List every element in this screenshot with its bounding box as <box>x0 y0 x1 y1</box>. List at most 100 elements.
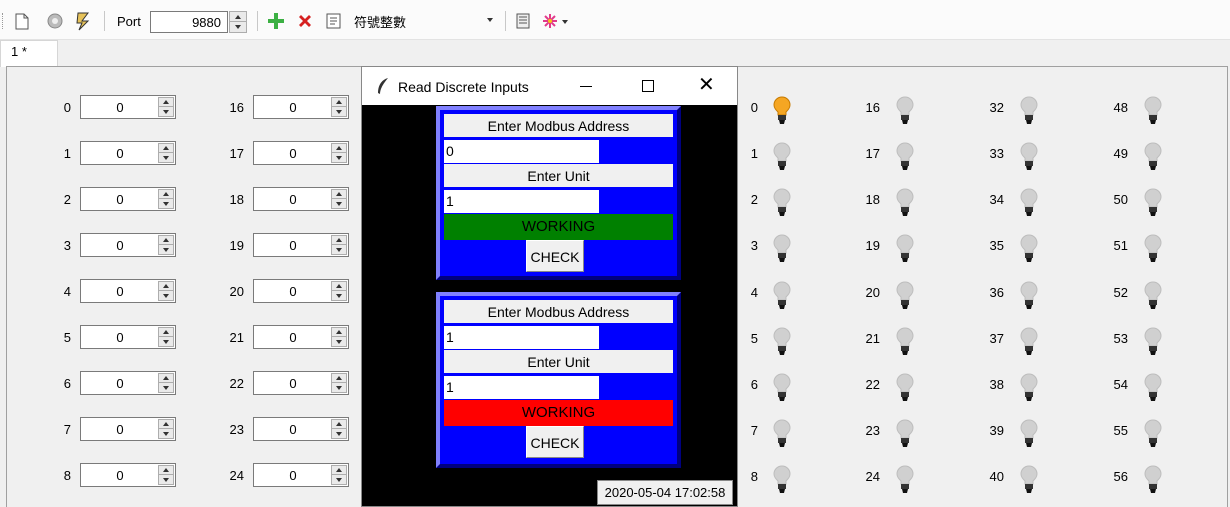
lightbulb-off-icon <box>1019 464 1039 498</box>
register-spinner[interactable] <box>331 465 347 485</box>
add-icon[interactable] <box>265 11 287 31</box>
register-spinner[interactable] <box>331 419 347 439</box>
register-value-input[interactable]: 0 <box>80 187 176 211</box>
register-spinner[interactable] <box>331 281 347 301</box>
register-value-input[interactable]: 0 <box>253 141 349 165</box>
lightbulb-off-icon <box>895 464 915 498</box>
register-spinner[interactable] <box>158 235 174 255</box>
discrete-input-address: 20 <box>865 285 880 300</box>
register-value-input[interactable]: 0 <box>80 233 176 257</box>
register-spinner[interactable] <box>158 189 174 209</box>
register-spinner[interactable] <box>331 235 347 255</box>
register-address: 6 <box>63 376 71 391</box>
tab-1[interactable]: 1 * <box>0 40 58 67</box>
register-spinner[interactable] <box>331 189 347 209</box>
register-value-input[interactable]: 0 <box>253 187 349 211</box>
discrete-input-address: 49 <box>1113 146 1128 161</box>
toolbar: Port 9880 符號整數 <box>0 0 1230 40</box>
port-spinner[interactable] <box>229 11 247 33</box>
check-panel-2: Enter Modbus Address 1 Enter Unit 1 WORK… <box>436 292 681 468</box>
lightbulb-off-icon <box>895 418 915 452</box>
register-value-input[interactable]: 0 <box>80 325 176 349</box>
register-spinner[interactable] <box>158 281 174 301</box>
register-value-input[interactable]: 0 <box>80 463 176 487</box>
toolbar-grip[interactable] <box>2 13 4 29</box>
register-value-input[interactable]: 0 <box>80 371 176 395</box>
address-input[interactable]: 1 <box>444 326 599 349</box>
unit-label: Enter Unit <box>444 164 673 187</box>
port-label: Port <box>117 14 141 29</box>
format-icon[interactable] <box>322 11 344 31</box>
minimize-icon[interactable] <box>580 86 592 87</box>
lightbulb-off-icon <box>1019 187 1039 221</box>
lightbulb-off-icon <box>1019 326 1039 360</box>
register-value: 0 <box>116 330 124 345</box>
lightbulb-off-icon <box>895 326 915 360</box>
check-button[interactable]: CHECK <box>526 240 584 272</box>
register-spinner[interactable] <box>158 419 174 439</box>
register-value-input[interactable]: 0 <box>80 95 176 119</box>
connect-icon[interactable] <box>72 11 94 31</box>
register-value-input[interactable]: 0 <box>253 463 349 487</box>
register-spinner[interactable] <box>331 373 347 393</box>
register-value: 0 <box>116 192 124 207</box>
discrete-input-address: 50 <box>1113 192 1128 207</box>
check-button[interactable]: CHECK <box>526 426 584 458</box>
lightbulb-off-icon <box>1143 95 1163 129</box>
status-indicator: WORKING <box>444 214 673 240</box>
lightbulb-off-icon <box>772 141 792 175</box>
register-address: 3 <box>63 238 71 253</box>
register-address: 20 <box>229 284 244 299</box>
calculator-icon[interactable] <box>513 11 533 31</box>
register-spinner[interactable] <box>158 373 174 393</box>
register-spinner[interactable] <box>158 327 174 347</box>
register-value-input[interactable]: 0 <box>253 371 349 395</box>
register-spinner[interactable] <box>331 327 347 347</box>
delete-icon[interactable] <box>294 11 316 31</box>
register-value-input[interactable]: 0 <box>253 325 349 349</box>
address-input[interactable]: 0 <box>444 140 599 163</box>
lightbulb-off-icon <box>895 280 915 314</box>
register-value-input[interactable]: 0 <box>80 417 176 441</box>
register-value: 0 <box>116 468 124 483</box>
register-value-input[interactable]: 0 <box>253 95 349 119</box>
discrete-input-address: 56 <box>1113 469 1128 484</box>
unit-input[interactable]: 1 <box>444 190 599 213</box>
color-palette-icon[interactable] <box>540 11 570 31</box>
new-document-icon[interactable] <box>13 11 31 31</box>
register-address: 5 <box>63 330 71 345</box>
lightbulb-off-icon <box>1143 464 1163 498</box>
dialog-title-bar[interactable]: Read Discrete Inputs ✕ <box>362 67 737 105</box>
register-value-input[interactable]: 0 <box>80 141 176 165</box>
disconnect-icon[interactable] <box>44 11 66 31</box>
register-value-input[interactable]: 0 <box>253 417 349 441</box>
register-address: 7 <box>63 422 71 437</box>
register-value-input[interactable]: 0 <box>253 233 349 257</box>
register-spinner[interactable] <box>158 143 174 163</box>
lightbulb-off-icon <box>1019 280 1039 314</box>
discrete-input-address: 36 <box>989 285 1004 300</box>
lightbulb-off-icon <box>772 464 792 498</box>
unit-input[interactable]: 1 <box>444 376 599 399</box>
register-spinner[interactable] <box>331 97 347 117</box>
tab-bar <box>0 40 1230 66</box>
chevron-down-icon[interactable] <box>487 18 493 22</box>
port-input[interactable]: 9880 <box>150 11 228 33</box>
register-value-input[interactable]: 0 <box>253 279 349 303</box>
close-icon[interactable]: ✕ <box>698 75 715 95</box>
register-value-input[interactable]: 0 <box>80 279 176 303</box>
lightbulb-on-icon <box>772 95 792 129</box>
format-dropdown[interactable]: 符號整數 <box>354 12 499 32</box>
register-spinner[interactable] <box>158 97 174 117</box>
register-value: 0 <box>289 422 297 437</box>
register-value: 0 <box>289 100 297 115</box>
lightbulb-off-icon <box>895 95 915 129</box>
register-spinner[interactable] <box>331 143 347 163</box>
register-address: 8 <box>63 468 71 483</box>
register-spinner[interactable] <box>158 465 174 485</box>
register-address: 0 <box>63 100 71 115</box>
check-panel-1: Enter Modbus Address 0 Enter Unit 1 WORK… <box>436 106 681 280</box>
maximize-icon[interactable] <box>642 80 654 92</box>
register-value: 0 <box>289 146 297 161</box>
register-address: 22 <box>229 376 244 391</box>
